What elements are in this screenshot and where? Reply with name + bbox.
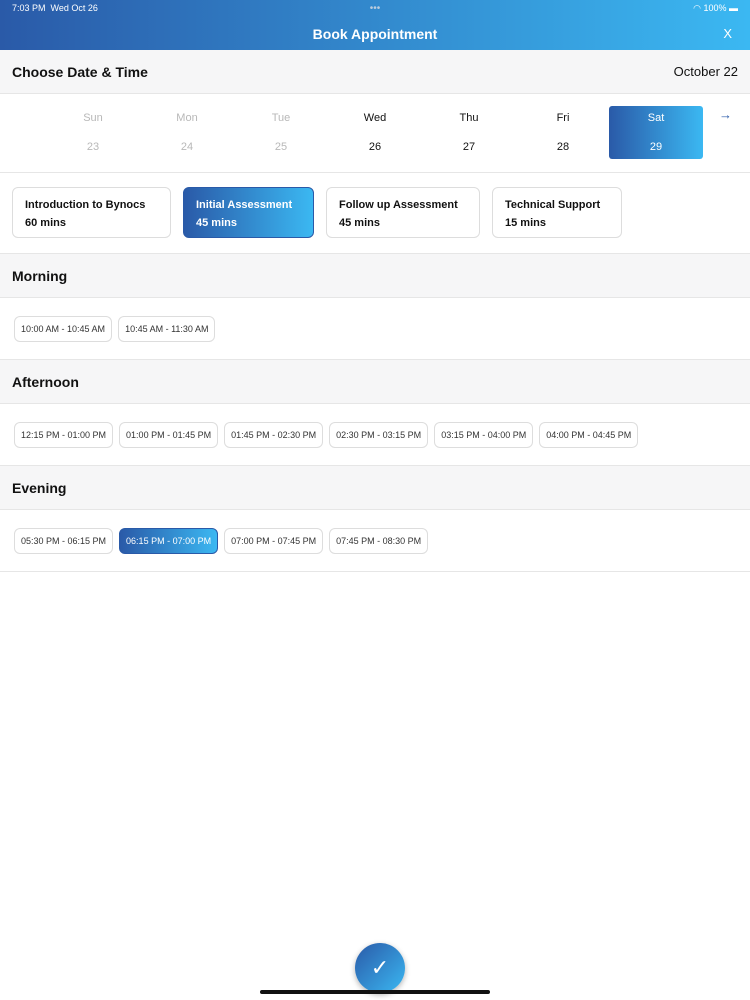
appointment-types: Introduction to Bynocs 60 mins Initial As… xyxy=(0,173,750,254)
type-duration: 45 mins xyxy=(196,217,237,229)
day-name: Thu xyxy=(459,112,479,124)
day-sun: Sun 23 xyxy=(46,106,140,159)
day-wed[interactable]: Wed 26 xyxy=(328,106,422,159)
day-number: 29 xyxy=(649,141,663,153)
type-duration: 45 mins xyxy=(339,217,380,229)
day-number: 24 xyxy=(180,141,194,153)
time-slot[interactable]: 03:15 PM - 04:00 PM xyxy=(434,422,534,448)
type-follow-up[interactable]: Follow up Assessment 45 mins xyxy=(326,187,480,238)
time-slot[interactable]: 05:30 PM - 06:15 PM xyxy=(14,528,114,554)
day-name: Sun xyxy=(83,112,103,124)
day-number: 23 xyxy=(86,141,100,153)
section-title: Afternoon xyxy=(12,373,79,390)
day-number: 28 xyxy=(556,141,570,153)
section-title: Morning xyxy=(12,267,68,284)
type-initial-assessment[interactable]: Initial Assessment 45 mins xyxy=(183,187,314,238)
day-tue: Tue 25 xyxy=(234,106,328,159)
multitask-dots-icon[interactable]: ••• xyxy=(0,3,750,14)
morning-slots: 10:00 AM - 10:45 AM 10:45 AM - 11:30 AM xyxy=(0,298,750,360)
time-slot[interactable]: 04:00 PM - 04:45 PM xyxy=(539,422,639,448)
time-slot[interactable]: 10:00 AM - 10:45 AM xyxy=(14,316,113,342)
header: 7:03 PM Wed Oct 26 ◠ 100% ▬ ••• Book App… xyxy=(0,0,750,50)
checkmark-icon: ✓ xyxy=(370,955,390,980)
date-section-header: Choose Date & Time October 22 xyxy=(0,50,750,94)
time-slot[interactable]: 12:15 PM - 01:00 PM xyxy=(14,422,114,448)
time-slot[interactable]: 02:30 PM - 03:15 PM xyxy=(329,422,429,448)
section-title: Evening xyxy=(12,479,67,496)
time-slot[interactable]: 07:00 PM - 07:45 PM xyxy=(224,528,324,554)
evening-header: Evening xyxy=(0,466,750,510)
type-name: Introduction to Bynocs xyxy=(25,199,146,211)
time-slot[interactable]: 10:45 AM - 11:30 AM xyxy=(118,316,216,342)
day-number: 27 xyxy=(462,141,476,153)
time-slot[interactable]: 07:45 PM - 08:30 PM xyxy=(329,528,429,554)
afternoon-slots: 12:15 PM - 01:00 PM 01:00 PM - 01:45 PM … xyxy=(0,404,750,466)
page-title: Book Appointment xyxy=(312,26,438,42)
confirm-button[interactable]: ✓ xyxy=(355,943,405,993)
morning-header: Morning xyxy=(0,254,750,298)
next-week-arrow-icon[interactable]: → xyxy=(719,107,732,122)
day-name: Sat xyxy=(647,112,665,124)
time-slot[interactable]: 01:00 PM - 01:45 PM xyxy=(119,422,219,448)
day-fri[interactable]: Fri 28 xyxy=(516,106,610,159)
time-slot[interactable]: 01:45 PM - 02:30 PM xyxy=(224,422,324,448)
time-slot-selected[interactable]: 06:15 PM - 07:00 PM xyxy=(119,528,219,554)
day-number: 26 xyxy=(368,141,382,153)
day-name: Fri xyxy=(556,112,570,124)
day-number: 25 xyxy=(274,141,288,153)
home-indicator xyxy=(260,990,490,994)
type-duration: 15 mins xyxy=(505,217,546,229)
type-duration: 60 mins xyxy=(25,217,66,229)
type-name: Initial Assessment xyxy=(196,199,293,211)
day-name: Tue xyxy=(271,112,291,124)
type-name: Follow up Assessment xyxy=(339,199,458,211)
type-introduction[interactable]: Introduction to Bynocs 60 mins xyxy=(12,187,171,238)
day-thu[interactable]: Thu 27 xyxy=(422,106,516,159)
afternoon-header: Afternoon xyxy=(0,360,750,404)
evening-slots: 05:30 PM - 06:15 PM 06:15 PM - 07:00 PM … xyxy=(0,510,750,572)
section-title: Choose Date & Time xyxy=(12,63,148,80)
day-mon: Mon 24 xyxy=(140,106,234,159)
month-label: October 22 xyxy=(673,64,738,79)
day-picker: Sun 23 Mon 24 Tue 25 Wed 26 Thu 27 Fri 28 Sat 2… xyxy=(0,94,750,173)
day-name: Mon xyxy=(176,112,198,124)
type-name: Technical Support xyxy=(505,199,601,211)
type-technical-support[interactable]: Technical Support 15 mins xyxy=(492,187,622,238)
day-sat[interactable]: Sat 29 xyxy=(609,106,703,159)
close-button[interactable]: X xyxy=(723,26,732,41)
day-name: Wed xyxy=(363,112,387,124)
